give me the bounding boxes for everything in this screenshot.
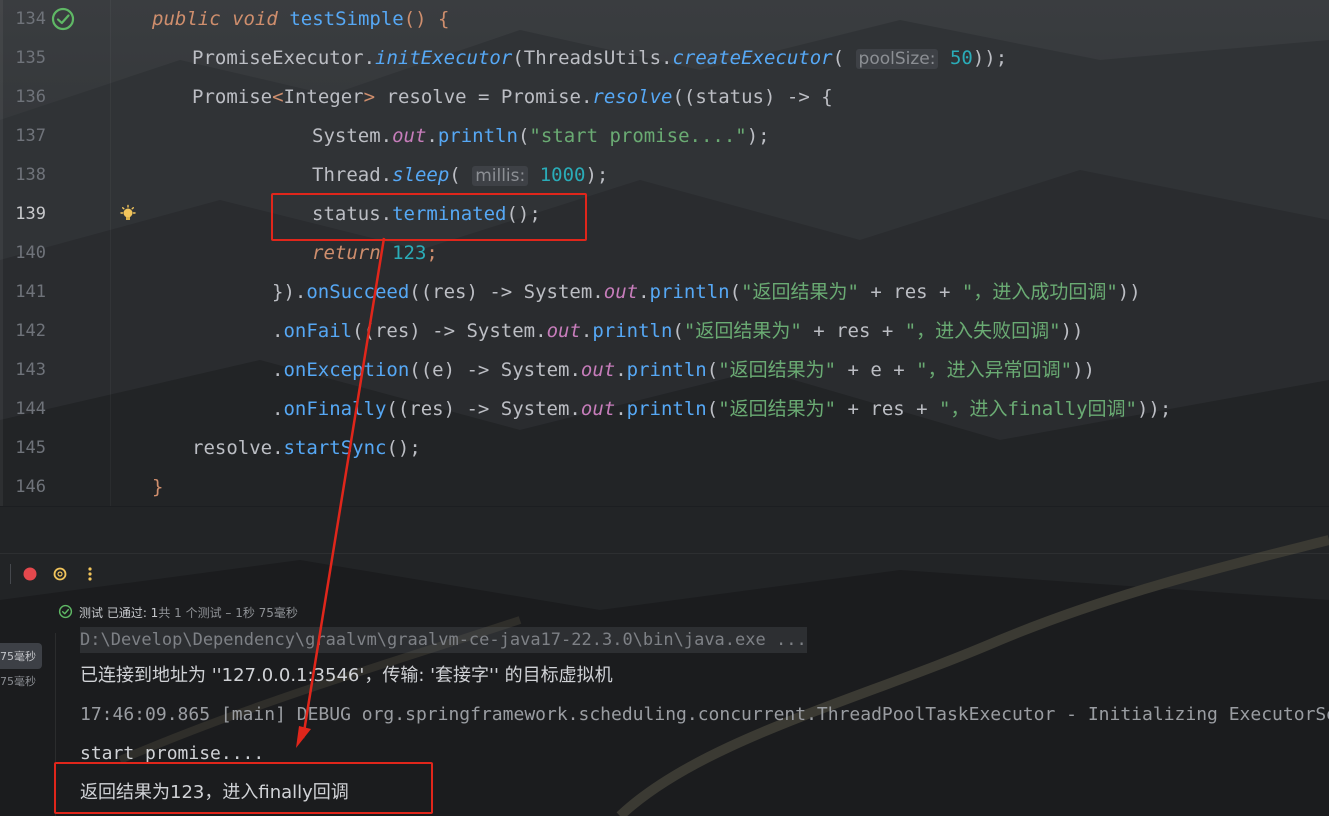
line-number: 145 [15,438,46,458]
code-line-134[interactable]: 134 public void testSimple() { [0,0,1329,39]
run-toolbar [0,553,1329,594]
line-number: 143 [15,360,46,380]
line-number: 136 [15,87,46,107]
code-line-142[interactable]: 142 .onFail((res) -> System.out.println(… [0,312,1329,351]
stop-icon[interactable] [20,564,40,584]
code-text: System.out.println("start promise...."); [312,125,770,147]
code-line-138[interactable]: 138 Thread.sleep( millis: 1000); [0,156,1329,195]
line-number: 134 [15,9,46,29]
line-number: 142 [15,321,46,341]
code-line-135[interactable]: 135 PromiseExecutor.initExecutor(Threads… [0,39,1329,78]
test-duration[interactable]: 75毫秒 [0,673,36,689]
code-text: .onFinally((res) -> System.out.println("… [272,398,1172,420]
console-connected-line: 已连接到地址为 ''127.0.0.1:3546'，传输: '套接字'' 的目标… [80,665,613,686]
code-line-136[interactable]: 136 Promise<Integer> resolve = Promise.r… [0,78,1329,117]
code-line-144[interactable]: 144 .onFinally((res) -> System.out.print… [0,390,1329,429]
test-tree-panel[interactable]: 75毫秒 75毫秒 [0,633,56,816]
code-line-137[interactable]: 137 System.out.println("start promise...… [0,117,1329,156]
highlight-box-result [54,762,433,814]
test-duration[interactable]: 75毫秒 [0,643,42,669]
line-number: 141 [15,282,46,302]
console-debug-line: 17:46:09.865 [main] DEBUG org.springfram… [80,704,1329,725]
code-line-141[interactable]: 141 }).onSucceed((res) -> System.out.pri… [0,273,1329,312]
code-line-140[interactable]: 140 return 123; [0,234,1329,273]
param-hint: poolSize: [855,49,939,69]
passed-check-icon [58,604,73,619]
line-number: 140 [15,243,46,263]
code-text: resolve.startSync(); [192,437,421,459]
status-summary-text: 共 1 个测试 – 1秒 75毫秒 [158,606,298,620]
status-passed-text: 测试 已通过: 1 [79,606,159,620]
rerun-icon[interactable] [50,564,70,584]
code-line-146[interactable]: 146 } [0,468,1329,507]
code-text: .onException((e) -> System.out.println("… [272,359,1095,381]
code-text: } [152,476,164,498]
line-number: 138 [15,165,46,185]
line-number: 137 [15,126,46,146]
console-command-line: D:\Develop\Dependency\graalvm\graalvm-ce… [80,627,807,653]
code-text: public void testSimple() { [152,8,450,30]
code-editor[interactable]: 134 public void testSimple() { 135 Promi… [0,0,1329,506]
code-line-145[interactable]: 145 resolve.startSync(); [0,429,1329,468]
more-options-icon[interactable] [80,564,100,584]
line-number: 146 [15,477,46,497]
code-line-139[interactable]: 139 status.terminated(); [0,195,1329,234]
param-hint: millis: [472,166,529,186]
code-text: .onFail((res) -> System.out.println("返回结… [272,320,1084,342]
panel-divider [0,506,1329,507]
toolbar-separator [10,564,11,584]
code-text: PromiseExecutor.initExecutor(ThreadsUtil… [192,47,1008,69]
code-text: Promise<Integer> resolve = Promise.resol… [192,86,833,108]
line-number: 144 [15,399,46,419]
code-text: }).onSucceed((res) -> System.out.println… [272,281,1141,303]
line-number: 135 [15,48,46,68]
code-line-143[interactable]: 143 .onException((e) -> System.out.print… [0,351,1329,390]
line-number: 139 [15,204,46,224]
code-text: Thread.sleep( millis: 1000); [312,164,609,186]
highlight-box-terminated [271,193,587,241]
